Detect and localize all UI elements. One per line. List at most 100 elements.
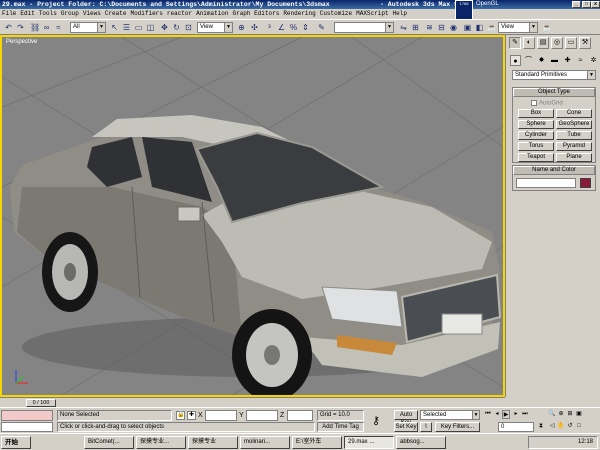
menu-animation[interactable]: Animation: [194, 9, 230, 19]
taskbar-item[interactable]: 探摸专业: [188, 436, 238, 449]
z-coord-field[interactable]: [287, 410, 313, 421]
curve-editor-icon[interactable]: ≋: [424, 22, 435, 33]
scale-icon[interactable]: ⊡: [183, 22, 194, 33]
display-tab-icon[interactable]: ▭: [565, 37, 577, 49]
zoom-extents-icon[interactable]: ⊞: [566, 410, 574, 419]
menu-create[interactable]: Create: [103, 9, 129, 19]
play-icon[interactable]: ▶: [502, 410, 510, 419]
zoom-all-icon[interactable]: ⊕: [557, 410, 565, 419]
snap-icon[interactable]: ³: [264, 22, 275, 33]
angle-snap-icon[interactable]: ∠: [276, 22, 287, 33]
undo-icon[interactable]: ↶: [3, 22, 14, 33]
cone-button[interactable]: Cone: [556, 109, 592, 118]
key-filters-button[interactable]: Key Filters...: [435, 422, 480, 432]
window-crossing-icon[interactable]: ◫: [145, 22, 156, 33]
create-tab-icon[interactable]: ✎: [509, 37, 521, 49]
orbit-icon[interactable]: ↺: [566, 422, 574, 431]
zoom-icon[interactable]: 🔍: [548, 410, 556, 419]
menu-graph-editors[interactable]: Graph Editors: [231, 9, 282, 19]
space-warps-icon[interactable]: ≈: [575, 55, 586, 66]
cylinder-button[interactable]: Cylinder: [518, 131, 554, 140]
selection-filter-dropdown[interactable]: All ▼: [70, 22, 106, 33]
tube-button[interactable]: Tube: [556, 131, 592, 140]
menu-customize[interactable]: Customize: [318, 9, 354, 19]
auto-key-button[interactable]: Auto Key: [394, 410, 418, 426]
geometry-icon[interactable]: ●: [510, 55, 521, 66]
unlink-icon[interactable]: ∞: [41, 22, 52, 33]
autogrid-checkbox[interactable]: AutoGrid: [531, 100, 563, 107]
bind-space-warp-icon[interactable]: ≈: [53, 22, 64, 33]
object-color-swatch[interactable]: [580, 178, 591, 188]
pivot-icon[interactable]: ⊕: [236, 22, 247, 33]
render-setup-icon[interactable]: ▣: [462, 22, 473, 33]
taskbar-item-active[interactable]: 29.max ...: [344, 436, 394, 449]
link-icon[interactable]: ⛓: [29, 22, 40, 33]
menu-edit[interactable]: Edit: [18, 9, 36, 19]
utilities-tab-icon[interactable]: ⚒: [579, 37, 591, 49]
systems-icon[interactable]: ✲: [588, 55, 599, 66]
name-color-header[interactable]: Name and Color: [513, 166, 595, 175]
motion-tab-icon[interactable]: ◎: [551, 37, 563, 49]
menu-maxscript[interactable]: MAXScript: [354, 9, 390, 19]
taskbar-item[interactable]: 探摸专业...: [136, 436, 186, 449]
lock-selection-icon[interactable]: 🔒: [176, 411, 185, 420]
x-coord-field[interactable]: [205, 410, 237, 421]
menu-tools[interactable]: Tools: [37, 9, 59, 19]
material-editor-icon[interactable]: ◉: [448, 22, 459, 33]
zoom-extents-all-icon[interactable]: ▣: [575, 410, 583, 419]
geosphere-button[interactable]: GeoSphere: [556, 120, 592, 129]
spinner-snap-icon[interactable]: ⇕: [300, 22, 311, 33]
lights-icon[interactable]: ✸: [536, 55, 547, 66]
menu-file[interactable]: File: [0, 9, 18, 19]
render-frame-icon[interactable]: ◧: [474, 22, 485, 33]
maximize-button[interactable]: □: [582, 1, 591, 8]
prev-frame-icon[interactable]: ◂: [493, 410, 501, 419]
rotate-icon[interactable]: ↻: [171, 22, 182, 33]
taskbar-item[interactable]: BitComet(...: [84, 436, 134, 449]
set-key-button[interactable]: Set Key: [394, 422, 418, 432]
select-by-name-icon[interactable]: ☰: [121, 22, 132, 33]
schematic-view-icon[interactable]: ⊟: [436, 22, 447, 33]
percent-snap-icon[interactable]: %: [288, 22, 299, 33]
named-selection-sets-dropdown[interactable]: ▼: [334, 22, 394, 33]
taskbar-item[interactable]: E:\室外车: [292, 436, 342, 449]
fov-icon[interactable]: ◁: [548, 422, 556, 431]
goto-start-icon[interactable]: ⏮: [484, 410, 492, 419]
align-icon[interactable]: ⊞: [410, 22, 421, 33]
maximize-viewport-icon[interactable]: □: [575, 422, 583, 431]
key-mode-dropdown[interactable]: Selected ▼: [420, 410, 480, 420]
minimize-button[interactable]: _: [572, 1, 581, 8]
close-button[interactable]: x: [591, 1, 600, 8]
menu-help[interactable]: Help: [391, 9, 409, 19]
menu-modifiers[interactable]: Modifiers: [128, 9, 164, 19]
reference-coord-dropdown[interactable]: View ▼: [197, 22, 233, 33]
box-button[interactable]: Box: [518, 109, 554, 118]
shapes-icon[interactable]: ⌒: [523, 55, 534, 66]
object-name-field[interactable]: [516, 178, 576, 188]
taskbar-item[interactable]: molinari...: [240, 436, 290, 449]
pyramid-button[interactable]: Pyramid: [556, 142, 592, 151]
plane-button[interactable]: Plane: [556, 153, 592, 162]
primitive-type-dropdown[interactable]: Standard Primitives ▼: [512, 70, 596, 80]
time-config-icon[interactable]: ⧗: [537, 422, 545, 431]
cameras-icon[interactable]: ▬: [549, 55, 560, 66]
sphere-button[interactable]: Sphere: [518, 120, 554, 129]
named-selection-icon[interactable]: ✎: [316, 22, 327, 33]
absolute-mode-icon[interactable]: ✚: [187, 411, 196, 420]
default-tangent-icon[interactable]: ⌇: [420, 422, 432, 432]
quick-render-icon[interactable]: ☕: [486, 22, 497, 33]
teapot-button[interactable]: Teapot: [518, 153, 554, 162]
pan-icon[interactable]: ✋: [557, 422, 565, 431]
rect-region-icon[interactable]: ▭: [133, 22, 144, 33]
viewport-label[interactable]: Perspective: [6, 39, 37, 45]
menu-rendering[interactable]: Rendering: [281, 9, 317, 19]
maxscript-input[interactable]: [1, 422, 53, 432]
maxscript-listener-mini[interactable]: [1, 410, 53, 421]
time-slider[interactable]: 0 / 100: [26, 399, 56, 407]
y-coord-field[interactable]: [246, 410, 278, 421]
perspective-viewport[interactable]: Perspective: [0, 35, 505, 397]
time-slider-bar[interactable]: 0 / 100: [0, 397, 505, 407]
next-frame-icon[interactable]: ▸: [512, 410, 520, 419]
select-manipulate-icon[interactable]: ✣: [249, 22, 260, 33]
helpers-icon[interactable]: ✚: [562, 55, 573, 66]
